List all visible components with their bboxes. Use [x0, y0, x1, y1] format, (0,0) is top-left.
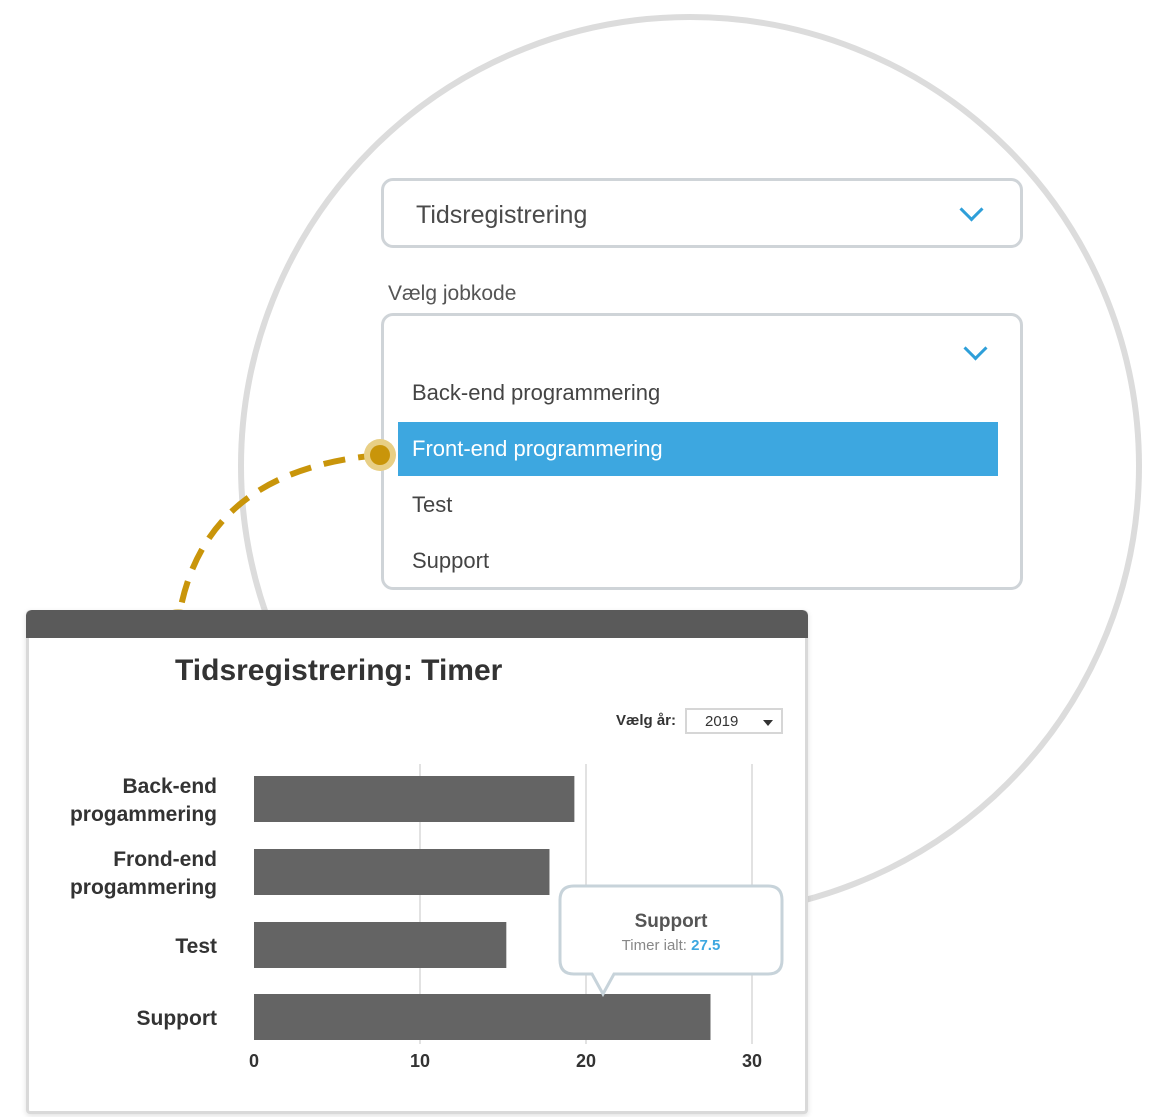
category-label: progammering [70, 803, 217, 826]
bar[interactable] [254, 776, 575, 822]
tooltip-value: 27.5 [691, 937, 720, 954]
tooltip-label: Timer ialt: [622, 937, 691, 954]
hours-bar-chart: Back-end progammering Frond-end progammerin… [70, 764, 784, 1071]
x-tick-label: 10 [410, 1051, 430, 1071]
tooltip-text: Timer ialt: 27.5 [622, 937, 721, 954]
bar[interactable] [254, 994, 711, 1040]
category-label: Test [175, 935, 217, 958]
category-label: Back-end [122, 775, 217, 798]
bar[interactable] [254, 849, 550, 895]
x-tick-label: 20 [576, 1051, 596, 1071]
x-tick-label: 0 [249, 1051, 259, 1071]
category-label: Support [137, 1007, 217, 1030]
tooltip: Support Timer ialt: 27.5 [558, 884, 784, 998]
x-tick-label: 30 [742, 1051, 762, 1071]
bar[interactable] [254, 922, 507, 968]
category-label: Frond-end [113, 848, 217, 871]
category-label: progammering [70, 876, 217, 899]
tooltip-title: Support [635, 911, 708, 932]
